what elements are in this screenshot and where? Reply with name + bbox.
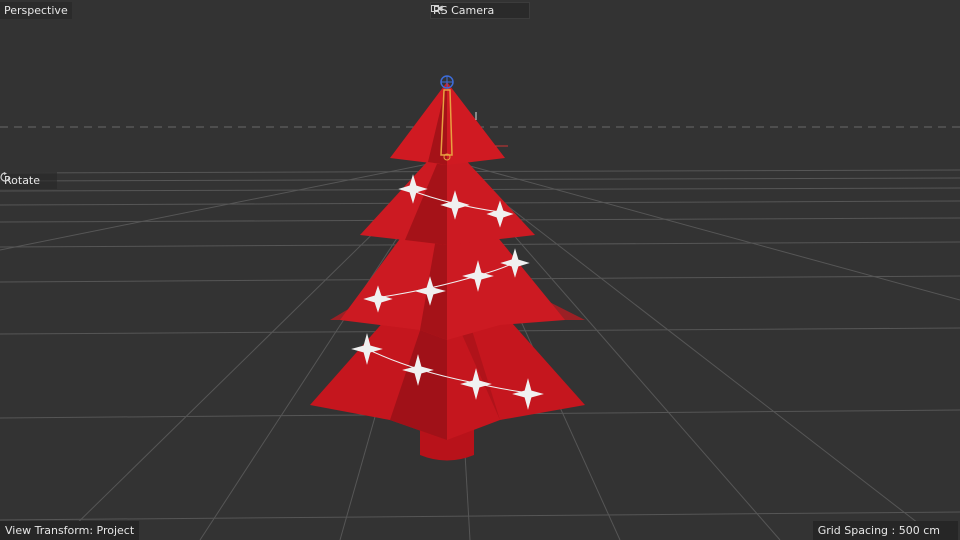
camera-name: RS Camera — [433, 4, 495, 17]
3d-viewport[interactable]: Perspective RS Camera Rotate View Transf… — [0, 0, 960, 540]
grid-spacing-label: Grid Spacing : 500 cm — [812, 521, 958, 540]
christmas-tree-model[interactable] — [310, 82, 585, 461]
rotate-icon — [0, 172, 53, 186]
active-tool-label: Rotate — [0, 172, 58, 189]
view-transform-label: View Transform: Project — [0, 521, 140, 540]
viewport-scene[interactable] — [0, 0, 960, 540]
view-name-label[interactable]: Perspective — [0, 2, 72, 19]
camera-selector[interactable]: RS Camera — [430, 2, 530, 19]
camera-lock-icon[interactable] — [431, 5, 527, 17]
